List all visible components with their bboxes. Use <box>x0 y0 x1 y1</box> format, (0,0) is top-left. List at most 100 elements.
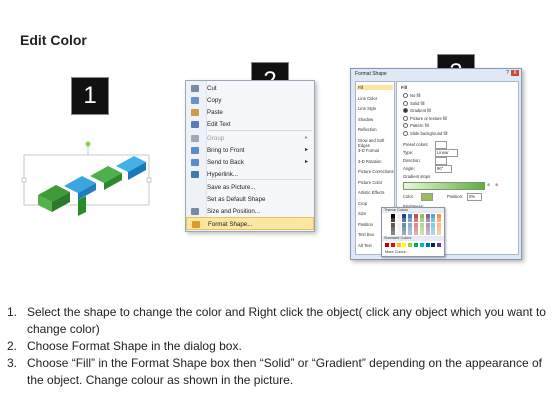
color-label: Color <box>403 194 414 199</box>
step-badge-1: 1 <box>72 78 108 114</box>
color-swatch[interactable] <box>414 231 418 236</box>
category-line-color[interactable]: Line Color <box>358 96 377 101</box>
color-swatch[interactable] <box>437 231 442 236</box>
fill-heading: Fill <box>401 85 408 90</box>
standard-color-swatch[interactable] <box>390 243 395 247</box>
category-crop[interactable]: Crop <box>358 201 367 206</box>
fill-option-radio[interactable]: Gradient fill <box>403 108 432 114</box>
standard-colors-heading: Standard Colors <box>382 236 444 241</box>
page-title: Edit Color <box>20 32 87 48</box>
theme-colors-heading: Theme Colors <box>382 208 444 213</box>
radio-icon <box>403 108 408 114</box>
dialog-title: Format Shape <box>355 71 387 77</box>
paste-icon <box>191 109 199 116</box>
radio-icon <box>403 115 408 121</box>
fill-option-label: Pattern fill <box>410 123 429 128</box>
fill-option-radio[interactable]: Picture or texture fill <box>403 116 447 121</box>
arrow-shape-illustration[interactable] <box>20 140 155 230</box>
category-line-style[interactable]: Line Style <box>358 106 376 111</box>
instruction-step: 1. Select the shape to change the color a… <box>7 304 552 338</box>
category-3-d-rotation[interactable]: 3-D Rotation <box>358 159 382 164</box>
standard-color-swatch[interactable] <box>414 243 418 247</box>
fill-option-radio[interactable]: Slide background fill <box>403 131 447 136</box>
color-swatch[interactable] <box>390 231 395 236</box>
step-text: Choose Format Shape in the dialog box. <box>27 339 242 353</box>
preset-colors-dropdown[interactable] <box>435 141 447 149</box>
more-colors-button[interactable]: More Colors... <box>385 250 409 254</box>
category-picture-color[interactable]: Picture Color <box>358 180 382 185</box>
resize-handle[interactable] <box>21 177 27 183</box>
category-shadow[interactable]: Shadow <box>358 117 373 122</box>
position-label: Position: <box>447 194 464 199</box>
menu-separator <box>208 130 312 131</box>
color-swatch[interactable] <box>385 231 389 236</box>
edit-text-icon <box>191 121 199 128</box>
category-3-d-format[interactable]: 3-D Format <box>358 148 379 153</box>
type-dropdown[interactable]: Linear <box>435 149 458 157</box>
send-back-icon <box>191 159 199 166</box>
hyperlink-icon <box>191 171 199 178</box>
step-number: 3. <box>7 356 18 370</box>
step-number: 1. <box>7 305 18 319</box>
fill-option-radio[interactable]: Pattern fill <box>403 123 429 129</box>
bring-front-icon <box>191 147 199 154</box>
menu-item-label: Format Shape... <box>208 221 253 228</box>
position-input[interactable]: 0% <box>467 193 482 201</box>
direction-label: Direction: <box>403 158 421 163</box>
standard-color-swatch[interactable] <box>425 243 430 247</box>
preset-colors-label: Preset colors: <box>403 142 429 147</box>
standard-color-swatch[interactable] <box>385 243 389 247</box>
category-alt-text[interactable]: Alt Text <box>358 243 372 248</box>
group-icon <box>191 135 199 142</box>
rotation-handle[interactable] <box>85 141 91 147</box>
radio-icon <box>403 130 408 136</box>
angle-input[interactable]: 90° <box>435 165 452 173</box>
category-glow-and-soft-edges[interactable]: Glow and Soft Edges <box>358 138 394 148</box>
fill-option-label: Picture or texture fill <box>410 115 448 121</box>
color-swatch[interactable] <box>419 231 424 236</box>
gradient-stops-bar[interactable] <box>403 182 485 190</box>
color-swatch[interactable] <box>425 231 430 236</box>
category-text-box[interactable]: Text Box <box>358 232 374 237</box>
step-number: 2. <box>7 339 18 353</box>
direction-dropdown[interactable] <box>435 157 447 165</box>
fill-option-label: Solid fill <box>410 100 425 106</box>
color-swatch[interactable] <box>431 231 436 236</box>
fill-option-label: Gradient fill <box>410 108 432 113</box>
standard-color-swatch[interactable] <box>402 243 407 247</box>
fill-option-radio[interactable]: No fill <box>403 93 421 99</box>
fill-option-label: Slide background fill <box>410 130 448 136</box>
category-artistic-effects[interactable]: Artistic Effects <box>358 190 384 195</box>
context-menu: Cut Copy Paste Edit Text Group ▸ Bring to Fron… <box>185 80 315 232</box>
standard-color-swatch[interactable] <box>437 243 442 247</box>
fill-option-label: No fill <box>410 93 421 98</box>
category-picture-corrections[interactable]: Picture Corrections <box>358 169 394 174</box>
add-stop-icon[interactable]: ⊕ <box>487 182 491 187</box>
color-swatch[interactable] <box>402 231 407 236</box>
help-icon[interactable]: ? <box>506 70 509 76</box>
radio-icon <box>403 100 408 106</box>
remove-stop-icon[interactable]: ⊗ <box>495 182 499 187</box>
standard-color-swatch[interactable] <box>408 243 413 247</box>
standard-color-swatch[interactable] <box>396 243 401 247</box>
resize-handle[interactable] <box>146 177 152 183</box>
step-text: Choose “Fill” in the Format Shape box th… <box>27 356 542 387</box>
close-icon[interactable]: X <box>511 70 519 76</box>
type-label: Type: <box>403 150 414 155</box>
standard-color-swatch[interactable] <box>431 243 436 247</box>
color-palette-dropdown: Theme Colors Standard Colors More Colors… <box>381 207 445 257</box>
category-reflection[interactable]: Reflection <box>358 127 377 132</box>
menu-separator <box>208 179 312 180</box>
fill-option-radio[interactable]: Solid fill <box>403 101 424 106</box>
angle-label: Angle: <box>403 166 415 171</box>
color-swatch[interactable] <box>408 231 413 236</box>
instruction-step: 2. Choose Format Shape in the dialog box. <box>7 338 552 355</box>
category-size[interactable]: Size <box>358 211 366 216</box>
color-swatch[interactable] <box>396 231 401 236</box>
category-fill[interactable]: Fill <box>357 85 393 90</box>
menu-item-format-shape[interactable]: Format Shape... <box>186 217 314 230</box>
standard-color-swatch[interactable] <box>419 243 424 247</box>
category-position[interactable]: Position <box>358 222 373 227</box>
color-picker-button[interactable] <box>421 193 433 201</box>
selected-arrow-shape[interactable] <box>20 140 155 230</box>
